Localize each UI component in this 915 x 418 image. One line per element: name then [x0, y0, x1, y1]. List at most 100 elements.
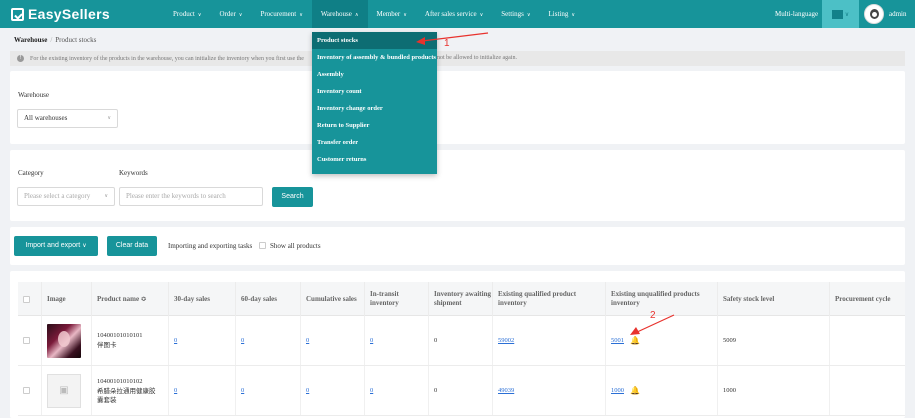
- sales-cumulative-link[interactable]: 0: [306, 336, 309, 345]
- col-safety-stock: Safety stock level: [718, 282, 830, 316]
- chevron-down-icon: ∨: [238, 12, 243, 18]
- nav-settings[interactable]: Settings ∨: [492, 0, 539, 28]
- menu-return-to-supplier[interactable]: Return to Supplier: [312, 117, 437, 134]
- menu-transfer-order[interactable]: Transfer order: [312, 134, 437, 151]
- nav-warehouse[interactable]: Warehouse ∧: [311, 0, 368, 28]
- row-select-cell: [18, 366, 42, 415]
- annotation-arrow-1: [416, 32, 489, 45]
- sales-60-cell: 0: [236, 366, 301, 415]
- col-cumulative-sales: Cumulative sales: [301, 282, 365, 316]
- select-all-cell: [18, 282, 42, 316]
- menu-customer-returns[interactable]: Customer returns: [312, 151, 437, 168]
- breadcrumb-current: Product stocks: [55, 36, 97, 44]
- bag-icon: [11, 7, 24, 21]
- user-icon: [870, 9, 879, 19]
- avatar[interactable]: [864, 4, 884, 24]
- search-button[interactable]: Search: [272, 187, 313, 207]
- breadcrumb-warehouse[interactable]: Warehouse: [14, 36, 47, 44]
- product-name: 希腊朵拉通用健康胶囊套装: [97, 387, 156, 404]
- category-select[interactable]: Please select a category ∨: [17, 187, 115, 206]
- show-all-checkbox[interactable]: [259, 242, 266, 249]
- sales-cumulative-cell: 0: [301, 366, 365, 415]
- in-transit-link[interactable]: 0: [370, 386, 373, 395]
- col-30-day-sales: 30-day sales: [169, 282, 236, 316]
- nav-listing[interactable]: Listing ∨: [540, 0, 585, 28]
- image-cell: [42, 316, 92, 365]
- select-all-checkbox[interactable]: [23, 295, 30, 303]
- cycle-cell: [830, 316, 905, 365]
- image-placeholder-icon[interactable]: ▣: [47, 373, 81, 408]
- awaiting-cell: 0: [429, 366, 493, 415]
- in-transit-cell: 0: [365, 316, 429, 365]
- qualified-link[interactable]: 59002: [498, 336, 514, 345]
- info-banner: ! For the existing inventory of the prod…: [10, 51, 905, 66]
- row-checkbox[interactable]: [23, 337, 30, 344]
- sales-30-link[interactable]: 0: [174, 336, 177, 345]
- name-cell: 10400101010102 希腊朵拉通用健康胶囊套装: [92, 366, 169, 415]
- sales-30-link[interactable]: 0: [174, 386, 177, 395]
- app-logo[interactable]: EasySellers: [11, 6, 110, 22]
- nav-order[interactable]: Order ∨: [210, 0, 251, 28]
- nav-after-sales[interactable]: After sales service ∨: [416, 0, 492, 28]
- chevron-down-icon: ∨: [844, 10, 850, 18]
- row-select-cell: [18, 316, 42, 365]
- category-label: Category: [18, 169, 44, 177]
- col-product-name[interactable]: Product name ≎: [92, 282, 169, 316]
- store-icon: [831, 9, 843, 19]
- col-awaiting-shipment: Inventory awaiting shipment: [429, 282, 493, 316]
- row-checkbox[interactable]: [23, 387, 30, 394]
- warehouse-dropdown: Product stocks Inventory of assembly & b…: [312, 32, 437, 174]
- warehouse-select[interactable]: All warehouses ∨: [17, 109, 118, 128]
- col-in-transit: In-transit inventory: [365, 282, 429, 316]
- main-menu: Product ∨ Order ∨ Procurement ∨ Warehouse ∧ …: [164, 0, 584, 28]
- clear-data-button[interactable]: Clear data: [107, 236, 157, 256]
- chevron-down-icon: ∨: [571, 12, 576, 18]
- menu-inventory-change-order[interactable]: Inventory change order: [312, 100, 437, 117]
- chevron-up-icon: ∧: [354, 12, 359, 18]
- username[interactable]: admin: [889, 0, 907, 28]
- app-name: EasySellers: [28, 6, 110, 22]
- keywords-input[interactable]: Please enter the keywords to search: [119, 187, 263, 206]
- warehouse-label: Warehouse: [18, 91, 49, 99]
- chevron-down-icon: ∨: [197, 12, 202, 18]
- in-transit-link[interactable]: 0: [370, 336, 373, 345]
- qualified-link[interactable]: 49039: [498, 386, 514, 395]
- nav-procurement[interactable]: Procurement ∨: [251, 0, 311, 28]
- menu-assembly-inventory[interactable]: Inventory of assembly & bundled products: [312, 49, 437, 66]
- sales-60-link[interactable]: 0: [241, 336, 244, 345]
- table-header: Image Product name ≎ 30-day sales 60-day…: [18, 282, 905, 316]
- col-unqualified-inventory: Existing unqualified products inventory: [606, 282, 718, 316]
- col-qualified-inventory: Existing qualified product inventory: [493, 282, 606, 316]
- menu-assembly[interactable]: Assembly: [312, 66, 437, 83]
- chevron-down-icon: ∨: [299, 12, 303, 18]
- unqualified-cell: 1000 🔔: [606, 366, 718, 415]
- breadcrumb: Warehouse / Product stocks: [14, 36, 96, 44]
- menu-inventory-count[interactable]: Inventory count: [312, 83, 437, 100]
- multi-language-link[interactable]: Multi-language: [775, 0, 818, 28]
- keywords-label: Keywords: [119, 169, 148, 177]
- nav-member[interactable]: Member ∨: [368, 0, 416, 28]
- name-cell: 10400101010101 伴图卡: [92, 316, 169, 365]
- col-image: Image: [42, 282, 92, 316]
- sales-60-link[interactable]: 0: [241, 386, 244, 395]
- warehouse-filter-card: Warehouse All warehouses ∨: [10, 71, 905, 144]
- qualified-cell: 49039: [493, 366, 606, 415]
- annotation-label-1: 1: [444, 38, 450, 49]
- info-icon: !: [17, 55, 24, 62]
- sales-60-cell: 0: [236, 316, 301, 365]
- sales-30-cell: 0: [169, 366, 236, 415]
- nav-product[interactable]: Product ∨: [164, 0, 210, 28]
- chevron-down-icon: ∨: [479, 12, 484, 18]
- shop-switcher[interactable]: ∨: [822, 0, 859, 28]
- unqualified-link[interactable]: 1000: [611, 386, 624, 395]
- import-export-button[interactable]: Import and export ∨: [14, 236, 98, 256]
- import-export-tasks-link[interactable]: Importing and exporting tasks: [168, 242, 252, 250]
- breadcrumb-separator: /: [50, 36, 53, 44]
- sales-cumulative-link[interactable]: 0: [306, 386, 309, 395]
- unqualified-link[interactable]: 5001: [611, 336, 624, 345]
- product-image[interactable]: [47, 323, 81, 358]
- bell-icon[interactable]: 🔔: [630, 386, 640, 395]
- in-transit-cell: 0: [365, 366, 429, 415]
- info-text-tail: not be allowed to initialize again.: [437, 55, 517, 61]
- col-60-day-sales: 60-day sales: [236, 282, 301, 316]
